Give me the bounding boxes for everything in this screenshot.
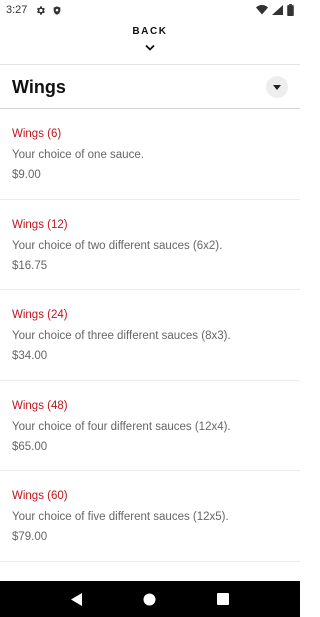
status-bar: 3:27 xyxy=(0,0,300,20)
status-left-icons xyxy=(35,5,62,16)
item-description: Your choice of one sauce. xyxy=(12,149,144,161)
recents-square-icon xyxy=(217,593,230,605)
item-name: Wings (12) xyxy=(12,218,68,231)
item-name: Wings (6) xyxy=(12,128,62,140)
item-price: $65.00 xyxy=(12,440,48,453)
shield-icon xyxy=(52,5,62,16)
item-description: Your choice of three different sauces (8… xyxy=(12,330,231,342)
signal-icon xyxy=(272,5,283,15)
item-price: $79.00 xyxy=(12,531,48,543)
wifi-icon xyxy=(256,5,268,15)
header-divider xyxy=(0,64,300,65)
item-description: Your choice of four different sauces (12… xyxy=(12,420,231,433)
item-price: $16.75 xyxy=(12,259,48,272)
item-name: Wings (48) xyxy=(12,399,68,412)
menu-item[interactable]: Wings (48) Your choice of four different… xyxy=(0,381,300,471)
battery-icon xyxy=(287,4,294,16)
nav-back-button[interactable] xyxy=(62,584,92,614)
status-right-icons xyxy=(256,4,294,16)
menu-list: Wings (6) Your choice of one sauce. $9.0… xyxy=(0,109,300,562)
item-description: Your choice of two different sauces (6x2… xyxy=(12,239,223,252)
menu-item[interactable]: Wings (60) Your choice of five different… xyxy=(0,471,300,562)
section-header[interactable]: Wings xyxy=(0,66,300,108)
menu-item[interactable]: Wings (24) Your choice of three differen… xyxy=(0,290,300,381)
system-nav-bar xyxy=(0,581,300,617)
nav-recents-button[interactable] xyxy=(208,584,238,614)
home-circle-icon xyxy=(143,593,156,605)
item-price: $34.00 xyxy=(12,350,48,362)
gear-icon xyxy=(35,5,46,16)
back-button[interactable]: BACK xyxy=(0,26,300,58)
menu-item[interactable]: Wings (6) Your choice of one sauce. $9.0… xyxy=(0,109,300,200)
back-label: BACK xyxy=(132,26,168,37)
back-triangle-icon xyxy=(70,592,82,606)
section-title: Wings xyxy=(12,76,66,97)
nav-home-button[interactable] xyxy=(135,584,165,614)
section-collapse-toggle[interactable] xyxy=(266,76,288,98)
item-price: $9.00 xyxy=(12,169,41,181)
item-name: Wings (24) xyxy=(12,309,68,321)
item-name: Wings (60) xyxy=(12,490,68,502)
caret-down-icon xyxy=(273,84,281,90)
status-time: 3:27 xyxy=(6,4,28,16)
menu-item[interactable]: Wings (12) Your choice of two different … xyxy=(0,200,300,290)
chevron-down-icon xyxy=(145,38,155,56)
item-description: Your choice of five different sauces (12… xyxy=(12,511,229,523)
